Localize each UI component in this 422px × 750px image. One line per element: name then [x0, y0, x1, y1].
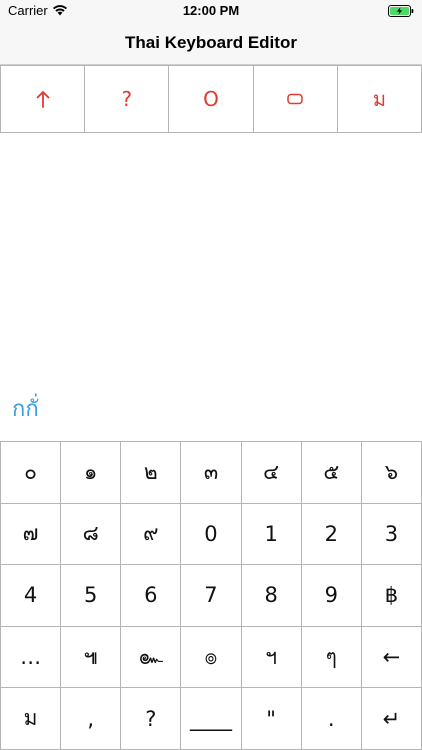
key-digit-6[interactable]: 6: [121, 565, 182, 627]
thai-keyboard: ๐ ๑ ๒ ๓ ๔ ๕ ๖ ๗ ๘ ๙ 0 1 2 3 4 5 6 7 8 9 …: [0, 441, 422, 750]
key-comma[interactable]: ,: [61, 688, 122, 750]
key-thai-nine[interactable]: ๙: [121, 503, 182, 566]
key-digit-7[interactable]: 7: [181, 565, 242, 627]
key-period[interactable]: .: [301, 688, 362, 750]
rounded-rect-icon: [287, 93, 303, 105]
key-khomut[interactable]: ๛: [121, 626, 182, 689]
key-thai-two[interactable]: ๒: [121, 442, 182, 504]
toolbar: ? O ม: [0, 65, 422, 133]
circle-button[interactable]: O: [169, 66, 254, 133]
key-thai-zero[interactable]: ๐: [1, 442, 62, 504]
key-thai-six[interactable]: ๖: [361, 442, 422, 504]
key-digit-5[interactable]: 5: [61, 565, 122, 627]
arrow-up-icon: [36, 91, 49, 108]
key-paiyannoi[interactable]: ฯ: [241, 626, 302, 689]
key-digit-3[interactable]: 3: [361, 503, 422, 566]
key-thai-five[interactable]: ๕: [301, 442, 362, 504]
key-angkhankhu[interactable]: ๚: [61, 626, 122, 689]
key-baht-sign[interactable]: ฿: [361, 565, 422, 627]
page-title: Thai Keyboard Editor: [125, 33, 297, 52]
key-backspace[interactable]: ←: [361, 626, 422, 689]
key-double-quote[interactable]: ": [241, 688, 302, 750]
key-digit-4[interactable]: 4: [1, 565, 62, 627]
key-thai-eight[interactable]: ๘: [61, 503, 122, 566]
key-thai-mo[interactable]: ม: [1, 688, 62, 750]
status-time: 12:00 PM: [182, 3, 240, 18]
status-bar: Carrier 12:00 PM: [0, 0, 422, 22]
key-thai-one[interactable]: ๑: [61, 442, 122, 504]
question-button[interactable]: ?: [85, 66, 170, 133]
key-question-mark[interactable]: ?: [121, 688, 182, 750]
key-digit-1[interactable]: 1: [241, 503, 302, 566]
shift-button[interactable]: [1, 66, 86, 133]
key-fongman[interactable]: ๏: [181, 626, 242, 689]
text-editor[interactable]: กกั่: [0, 133, 422, 441]
key-return[interactable]: ↵: [361, 688, 422, 750]
editor-text: กกั่: [12, 397, 39, 422]
key-digit-0[interactable]: 0: [181, 503, 242, 566]
key-thai-seven[interactable]: ๗: [1, 503, 62, 566]
key-ellipsis[interactable]: …: [1, 626, 62, 689]
key-space[interactable]: ____: [181, 688, 242, 750]
key-thai-four[interactable]: ๔: [241, 442, 302, 504]
navigation-bar: Thai Keyboard Editor: [0, 22, 422, 65]
key-digit-2[interactable]: 2: [301, 503, 362, 566]
battery-charging-icon: [388, 5, 414, 17]
thai-mo-button[interactable]: ม: [337, 66, 422, 133]
key-thai-three[interactable]: ๓: [181, 442, 242, 504]
key-maiyamok[interactable]: ๆ: [301, 626, 362, 689]
frame-button[interactable]: [253, 66, 338, 133]
key-digit-9[interactable]: 9: [301, 565, 362, 627]
key-digit-8[interactable]: 8: [241, 565, 302, 627]
